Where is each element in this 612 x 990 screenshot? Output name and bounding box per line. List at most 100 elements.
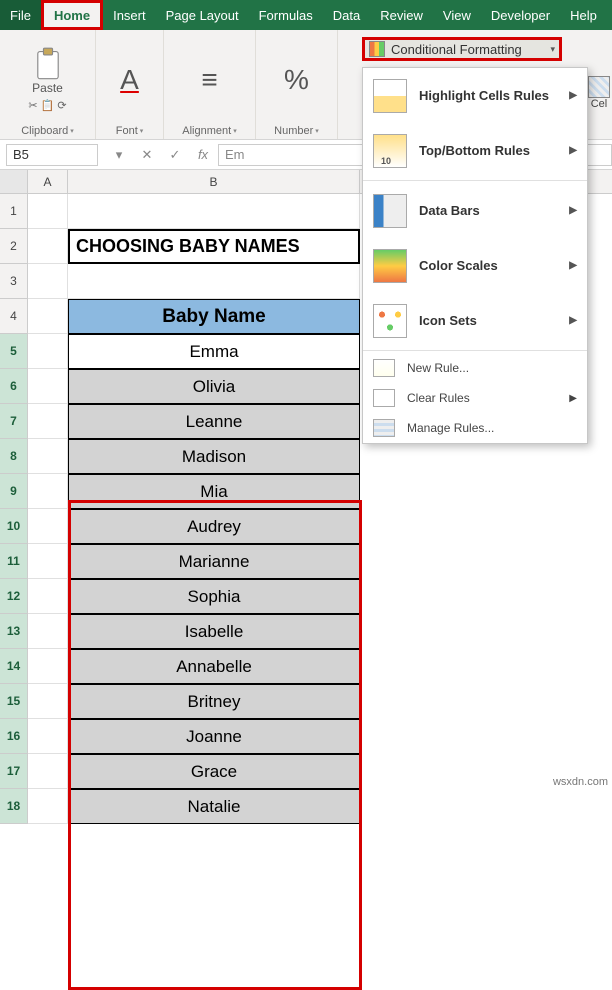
menu-color-scales[interactable]: Color Scales ▶ [363, 238, 587, 293]
tab-developer[interactable]: Developer [481, 0, 560, 30]
row-header[interactable]: 18 [0, 789, 28, 824]
row-header[interactable]: 5 [0, 334, 28, 369]
data-cell[interactable]: Annabelle [68, 649, 360, 684]
tab-help[interactable]: Help [560, 0, 607, 30]
data-cell[interactable]: Marianne [68, 544, 360, 579]
data-cell[interactable]: Grace [68, 754, 360, 789]
name-box[interactable]: B5 [6, 144, 98, 166]
cells-area: CHOOSING BABY NAMES Baby Name Emma Olivi… [28, 194, 360, 824]
row-header[interactable]: 14 [0, 649, 28, 684]
row-header[interactable]: 1 [0, 194, 28, 229]
row-header[interactable]: 8 [0, 439, 28, 474]
row-header[interactable]: 7 [0, 404, 28, 439]
cell[interactable] [28, 229, 68, 264]
row-header[interactable]: 3 [0, 264, 28, 299]
tab-view[interactable]: View [433, 0, 481, 30]
data-cell[interactable]: Mia [68, 474, 360, 509]
cell[interactable] [28, 299, 68, 334]
number-button[interactable]: % [284, 34, 309, 125]
row-header[interactable]: 11 [0, 544, 28, 579]
data-cell[interactable]: Natalie [68, 789, 360, 824]
row-header[interactable]: 12 [0, 579, 28, 614]
row-header[interactable]: 6 [0, 369, 28, 404]
menu-new-rule[interactable]: New Rule... [363, 353, 587, 383]
cell[interactable] [28, 719, 68, 754]
column-header-cell[interactable]: Baby Name [68, 299, 360, 334]
cell[interactable] [28, 789, 68, 824]
tab-review[interactable]: Review [370, 0, 433, 30]
icon-sets-icon [373, 304, 407, 338]
title-cell[interactable]: CHOOSING BABY NAMES [68, 229, 360, 264]
cell[interactable] [28, 614, 68, 649]
row-header[interactable]: 17 [0, 754, 28, 789]
paste-button[interactable]: Paste ✂ 📋 ⟳ [28, 34, 66, 125]
data-cell[interactable]: Madison [68, 439, 360, 474]
cell[interactable] [28, 439, 68, 474]
submenu-arrow-icon: ▶ [569, 90, 577, 101]
data-cell[interactable]: Emma [68, 334, 360, 369]
conditional-formatting-button[interactable]: Conditional Formatting ▾ [362, 37, 562, 61]
select-all-corner[interactable] [0, 170, 28, 193]
data-cell[interactable]: Isabelle [68, 614, 360, 649]
menu-manage-rules[interactable]: Manage Rules... [363, 413, 587, 443]
clipboard-sub-controls[interactable]: ✂ 📋 ⟳ [28, 99, 66, 112]
data-cell[interactable]: Leanne [68, 404, 360, 439]
cell[interactable] [68, 264, 360, 299]
row-header[interactable]: 4 [0, 299, 28, 334]
tab-home[interactable]: Home [41, 0, 103, 30]
cell[interactable] [28, 474, 68, 509]
menu-icon-sets[interactable]: Icon Sets ▶ [363, 293, 587, 348]
cancel-icon[interactable]: ✕ [138, 147, 156, 163]
menu-clear-rules[interactable]: Clear Rules ▶ [363, 383, 587, 413]
menu-top-bottom-rules[interactable]: Top/Bottom Rules ▶ [363, 123, 587, 178]
cell[interactable] [28, 334, 68, 369]
row-header[interactable]: 16 [0, 719, 28, 754]
paste-label: Paste [32, 81, 63, 95]
tab-formulas[interactable]: Formulas [249, 0, 323, 30]
tab-data[interactable]: Data [323, 0, 370, 30]
tab-insert[interactable]: Insert [103, 0, 156, 30]
row-header[interactable]: 2 [0, 229, 28, 264]
cell[interactable] [28, 404, 68, 439]
row-header[interactable]: 13 [0, 614, 28, 649]
cell[interactable] [28, 544, 68, 579]
cell[interactable] [28, 649, 68, 684]
menu-label: Data Bars [419, 203, 480, 218]
menu-label: Manage Rules... [407, 421, 494, 435]
col-header-a[interactable]: A [28, 170, 68, 193]
menu-label: Color Scales [419, 258, 498, 273]
cell[interactable] [28, 194, 68, 229]
chevron-down-icon: ▾ [550, 44, 555, 55]
menu-data-bars[interactable]: Data Bars ▶ [363, 183, 587, 238]
data-cell[interactable]: Britney [68, 684, 360, 719]
menu-highlight-cells-rules[interactable]: Highlight Cells Rules ▶ [363, 68, 587, 123]
cell-styles-button[interactable]: Cel [586, 76, 612, 110]
manage-rules-icon [373, 419, 395, 437]
data-cell[interactable]: Joanne [68, 719, 360, 754]
clear-rules-icon [373, 389, 395, 407]
submenu-arrow-icon: ▶ [569, 145, 577, 156]
tab-page-layout[interactable]: Page Layout [156, 0, 249, 30]
font-button[interactable]: A [120, 34, 139, 125]
cell[interactable] [28, 579, 68, 614]
row-header[interactable]: 10 [0, 509, 28, 544]
data-cell[interactable]: Olivia [68, 369, 360, 404]
enter-icon[interactable]: ✓ [166, 147, 184, 163]
row-header[interactable]: 9 [0, 474, 28, 509]
cell[interactable] [28, 754, 68, 789]
col-header-b[interactable]: B [68, 170, 360, 193]
cell[interactable] [68, 194, 360, 229]
row-headers: 1 2 3 4 5 6 7 8 9 10 11 12 13 14 15 16 1… [0, 194, 28, 824]
data-cell[interactable]: Sophia [68, 579, 360, 614]
row-header[interactable]: 15 [0, 684, 28, 719]
fx-icon[interactable]: fx [194, 147, 212, 163]
tab-file[interactable]: File [0, 0, 41, 30]
group-number-label: Number [274, 125, 313, 137]
data-cell[interactable]: Audrey [68, 509, 360, 544]
cell[interactable] [28, 509, 68, 544]
cell[interactable] [28, 369, 68, 404]
cell[interactable] [28, 264, 68, 299]
formula-dropdown-icon[interactable]: ▾ [110, 147, 128, 163]
alignment-button[interactable]: ≡ [201, 34, 217, 125]
cell[interactable] [28, 684, 68, 719]
